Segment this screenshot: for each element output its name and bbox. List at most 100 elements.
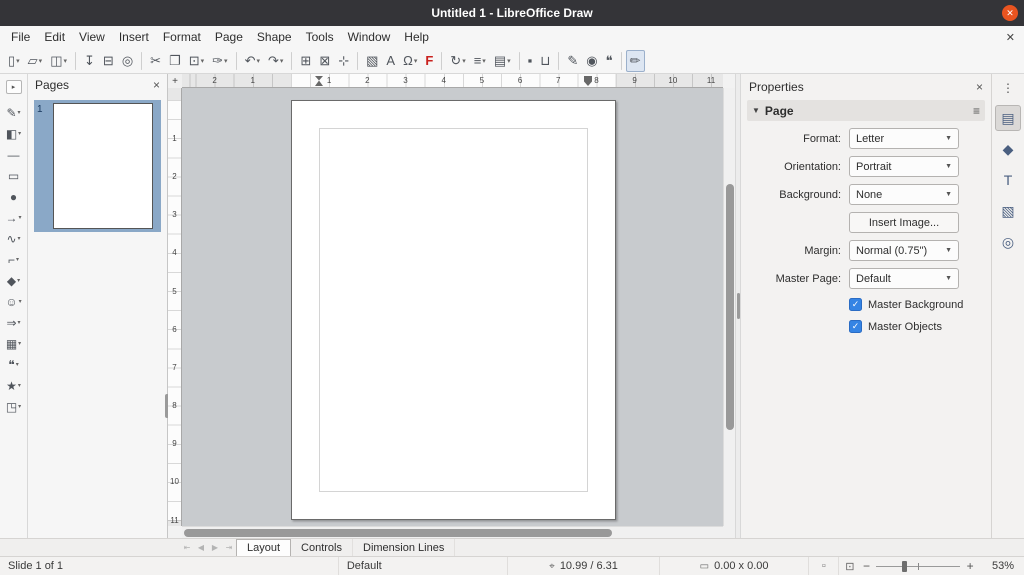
display-grid-button[interactable]: ⊞ ▾ (296, 50, 315, 72)
insert-fontwork-button[interactable]: F ▾ (421, 50, 437, 72)
zoom-out-button[interactable]: − (861, 559, 873, 573)
window-close-button[interactable]: ✕ (1002, 5, 1018, 21)
paste-button[interactable]: ⊡ ▾ (185, 50, 208, 72)
menu-file[interactable]: File (4, 27, 37, 47)
menu-page[interactable]: Page (208, 27, 250, 47)
toolbar-button[interactable]: ▾ (441, 52, 442, 70)
clone-formatting-button[interactable]: ✑ ▾ (208, 50, 231, 72)
tab-navigator[interactable]: ◎ (995, 229, 1021, 255)
properties-close-button[interactable]: × (976, 80, 983, 94)
background-dropdown[interactable]: None ▼ (849, 184, 959, 205)
toolbar-button[interactable]: ▾ (236, 52, 237, 70)
tab-properties[interactable]: ▤ (995, 105, 1021, 131)
menu-help[interactable]: Help (397, 27, 436, 47)
toolbar-button[interactable]: ▾ (621, 52, 622, 70)
rectangle-tool[interactable]: ▭ ▾ (8, 165, 19, 186)
sidebar-settings-button[interactable]: ⋮ (1002, 76, 1014, 100)
page[interactable] (291, 100, 616, 520)
last-page-button[interactable]: ⇥ (222, 539, 236, 556)
toolbar-button[interactable]: ▾ (558, 52, 559, 70)
show-draw-functions-button[interactable]: ✏ ▾ (626, 50, 645, 72)
insert-comment-button[interactable]: ❝ ▾ (602, 50, 617, 72)
tab-gallery[interactable]: ▧ (995, 198, 1021, 224)
tab-styles[interactable]: T (995, 167, 1021, 193)
tab-controls[interactable]: Controls (291, 539, 353, 556)
toolbar-button[interactable]: ▾ (141, 52, 142, 70)
basic-shapes-tool[interactable]: ◆ ▾ (7, 270, 20, 291)
tab-dimension-lines[interactable]: Dimension Lines (353, 539, 455, 556)
menu-insert[interactable]: Insert (112, 27, 156, 47)
export-pdf-button[interactable]: ↧ ▾ (80, 50, 99, 72)
open-file-button[interactable]: ▱ ▾ (24, 50, 47, 72)
line-color-tool[interactable]: ✎ ▾ (6, 102, 20, 123)
menu-view[interactable]: View (72, 27, 112, 47)
fill-color-tool[interactable]: ◧ ▾ (6, 123, 21, 144)
3d-objects-tool[interactable]: ◳ ▾ (6, 396, 21, 417)
edit-points-button[interactable]: ✎ ▾ (563, 50, 582, 72)
flowchart-shapes-tool[interactable]: ▦ ▾ (6, 333, 21, 354)
insert-text-box-button[interactable]: A ▾ (382, 50, 399, 72)
insert-special-characters-button[interactable]: Ω ▾ (399, 50, 421, 72)
tab-shapes[interactable]: ◆ (995, 136, 1021, 162)
copy-button[interactable]: ❐ ▾ (165, 50, 185, 72)
toolbar-button[interactable]: ▾ (291, 52, 292, 70)
curves-and-polygons-tool[interactable]: ∿ ▾ (6, 228, 20, 249)
align-objects-button[interactable]: ≡ ▾ (470, 50, 490, 72)
menu-shape[interactable]: Shape (250, 27, 299, 47)
margin-dropdown[interactable]: Normal (0.75") ▼ (849, 240, 959, 261)
horizontal-scrollbar-thumb[interactable] (184, 529, 612, 537)
lines-and-arrows-tool[interactable]: → ▾ (5, 207, 21, 228)
new-document-button[interactable]: ▯ ▾ (4, 50, 24, 72)
star-shapes-tool[interactable]: ★ ▾ (6, 375, 21, 396)
save-button[interactable]: ◫ ▾ (46, 50, 71, 72)
vertical-scrollbar-thumb[interactable] (726, 184, 734, 430)
redo-button[interactable]: ↷ ▾ (264, 50, 287, 72)
helplines-while-moving-button[interactable]: ⊹ ▾ (334, 50, 353, 72)
next-page-button[interactable]: ▶ (208, 539, 222, 556)
symbol-shapes-tool[interactable]: ☺ ▾ (5, 291, 21, 312)
previous-page-button[interactable]: ◀ (194, 539, 208, 556)
zoom-slider-thumb[interactable] (902, 561, 907, 572)
master-objects-checkbox[interactable]: ✓ Master Objects (849, 320, 985, 333)
menu-tools[interactable]: Tools (299, 27, 341, 47)
page-style[interactable]: Default (339, 557, 508, 575)
transformations-button[interactable]: ↻ ▾ (446, 50, 469, 72)
zoom-in-button[interactable]: + (964, 559, 976, 573)
page-thumbnail-item[interactable]: 1 (34, 100, 161, 232)
insert-image-button[interactable]: Insert Image... ▼ (849, 212, 959, 233)
callout-shapes-tool[interactable]: ❝ ▾ (8, 354, 18, 375)
insert-line-tool[interactable]: — ▾ (8, 144, 20, 165)
block-arrows-tool[interactable]: ⇒ ▾ (6, 312, 20, 333)
crop-image-button[interactable]: ⊔ ▾ (536, 50, 554, 72)
snap-to-grid-button[interactable]: ⊠ ▾ (315, 50, 334, 72)
panel-toggle-button[interactable]: ▸ (6, 80, 22, 94)
close-document-button[interactable]: ✕ (1006, 31, 1015, 44)
format-dropdown[interactable]: Letter ▼ (849, 128, 959, 149)
zoom-level[interactable]: 53% (976, 560, 1024, 572)
cut-button[interactable]: ✂ ▾ (146, 50, 165, 72)
print-preview-button[interactable]: ◎ ▾ (118, 50, 137, 72)
glue-points-button[interactable]: ◉ ▾ (582, 50, 601, 72)
sidebar-splitter-handle[interactable] (737, 293, 740, 319)
master-background-checkbox[interactable]: ✓ Master Background (849, 298, 985, 311)
menu-format[interactable]: Format (156, 27, 208, 47)
undo-button[interactable]: ↶ ▾ (241, 50, 264, 72)
pages-panel-close-button[interactable]: × (153, 78, 160, 92)
ruler-origin[interactable]: + (168, 74, 182, 88)
ellipse-tool[interactable]: ● ▾ (10, 186, 17, 207)
toolbar-button[interactable]: ▾ (75, 52, 76, 70)
toolbar-button[interactable]: ▾ (519, 52, 520, 70)
menu-edit[interactable]: Edit (37, 27, 72, 47)
print-button[interactable]: ⊟ ▾ (99, 50, 118, 72)
shadow-button[interactable]: ▪ ▾ (524, 50, 537, 72)
master-page-dropdown[interactable]: Default ▼ (849, 268, 959, 289)
vertical-ruler[interactable]: 1234567891011 (168, 88, 182, 526)
drawing-area[interactable] (182, 88, 723, 526)
arrange-button[interactable]: ▤ ▾ (490, 50, 515, 72)
zoom-fit-button[interactable]: ⊡ (845, 560, 854, 573)
tab-layout[interactable]: Layout (236, 539, 291, 556)
first-page-button[interactable]: ⇤ (180, 539, 194, 556)
zoom-slider[interactable] (876, 557, 960, 575)
horizontal-ruler[interactable]: 211234567891011 (182, 74, 723, 88)
vertical-scrollbar[interactable] (723, 88, 735, 526)
